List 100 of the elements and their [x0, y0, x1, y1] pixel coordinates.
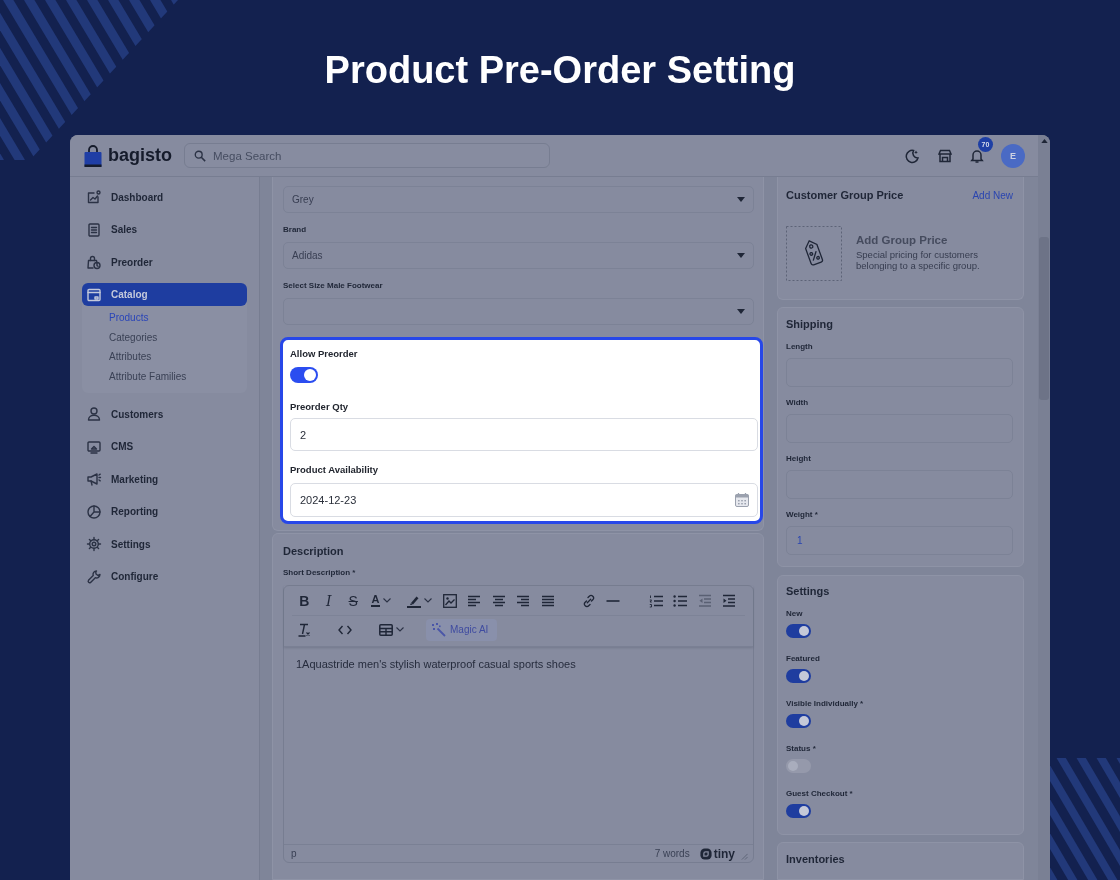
field-label: Weight * [786, 510, 819, 520]
numbered-list-icon[interactable] [648, 593, 663, 608]
empty-state-title: Add Group Price [856, 233, 949, 247]
field-label: Brand [283, 225, 308, 235]
justify-icon[interactable] [540, 593, 555, 608]
word-count: 7 words [654, 848, 690, 859]
caret-icon [737, 197, 745, 202]
sidebar-item[interactable]: Configure [82, 565, 247, 588]
avatar[interactable]: E [1001, 143, 1025, 168]
select-field[interactable]: Grey [283, 186, 754, 213]
toggle-switch[interactable] [786, 714, 811, 728]
sidebar-item[interactable]: Preorder [82, 250, 247, 274]
section-title: Inventories [786, 852, 846, 866]
toggle-switch[interactable] [786, 669, 811, 683]
bullet-list-icon[interactable] [673, 593, 688, 608]
powered-by-link[interactable]: tiny [699, 846, 735, 861]
gear-icon [86, 536, 102, 552]
search-icon [194, 149, 206, 162]
chevron-icon [396, 627, 404, 632]
empty-state-text: Special pricing for customers belonging to a specific group. [856, 249, 981, 271]
person-icon [86, 406, 102, 422]
monitor-icon [86, 438, 102, 455]
field-label: Width [786, 398, 810, 408]
megaphone-icon [86, 471, 102, 487]
sidebar-item[interactable]: Sales [82, 218, 247, 241]
sidebar-item[interactable]: CMS [82, 435, 247, 458]
caret-icon [737, 253, 745, 258]
sidebar-item[interactable]: Catalog [82, 283, 247, 306]
sidebar-item[interactable]: Dashboard [82, 185, 247, 209]
text-input[interactable]: 1 [786, 526, 1013, 555]
field-label: Guest Checkout * [786, 789, 854, 799]
field-label: New [786, 609, 804, 619]
store-icon[interactable] [937, 147, 953, 164]
toggle-switch[interactable] [786, 759, 811, 773]
toggle-switch[interactable] [290, 367, 318, 383]
field-label: Featured [786, 654, 821, 664]
clear-formatting-icon[interactable] [297, 622, 312, 637]
caret-icon [737, 309, 745, 314]
submenu-item[interactable]: Products [82, 308, 247, 328]
sidebar-item[interactable]: Customers [82, 402, 247, 426]
pie-chart-icon [86, 503, 102, 520]
field-label: Short Description * [283, 568, 357, 578]
sidebar-item[interactable]: Settings [82, 532, 247, 556]
document-icon [86, 221, 102, 238]
layout-icon [86, 286, 102, 303]
chevron-icon [383, 598, 392, 603]
section-title: Shipping [786, 317, 835, 331]
align-right-icon[interactable] [516, 593, 531, 608]
field-label: Height [786, 454, 812, 464]
editor-content[interactable]: 1Aquastride men's stylish waterproof casual sports shoes [284, 647, 753, 844]
bell-icon[interactable] [969, 147, 985, 164]
field-label: Select Size Male Footwear [283, 281, 384, 291]
image-icon[interactable] [442, 593, 457, 608]
date-field[interactable]: 2024-12-23 [290, 483, 758, 517]
add-new-link[interactable]: Add New [972, 189, 1013, 201]
toggle-switch[interactable] [786, 804, 811, 818]
scrollbar-thumb[interactable] [1039, 237, 1049, 400]
strikethrough-button[interactable]: S [341, 588, 366, 613]
submenu-item[interactable]: Categories [82, 327, 247, 347]
price-tag-icon [786, 226, 842, 281]
section-title: Description [283, 544, 345, 558]
submenu-item[interactable]: Attributes [82, 347, 247, 367]
field-label: Status * [786, 744, 817, 754]
select-field[interactable] [283, 298, 754, 325]
field-label: Preorder Qty [290, 401, 350, 413]
sidebar-item[interactable]: Reporting [82, 500, 247, 523]
search-field[interactable]: Mega Search [184, 143, 550, 168]
field-label: Length [786, 342, 814, 352]
chevron-icon [423, 598, 432, 603]
calendar-icon[interactable] [735, 493, 749, 507]
chart-icon [86, 189, 102, 205]
select-field[interactable]: Adidas [283, 242, 754, 269]
bold-button[interactable]: B [292, 588, 317, 613]
wrench-icon [86, 568, 102, 585]
logo-icon [699, 847, 712, 860]
number-input[interactable]: 2 [290, 418, 758, 451]
table-icon [379, 622, 393, 637]
submenu-item[interactable]: Attribute Families [82, 366, 247, 386]
field-label: Visible Individually * [786, 699, 865, 709]
logo-text: bagisto [108, 145, 172, 166]
moon-icon[interactable] [904, 147, 920, 164]
align-left-icon[interactable] [467, 593, 482, 608]
sidebar-item[interactable]: Marketing [82, 467, 247, 491]
magic-wand-icon [432, 622, 446, 637]
align-center-icon[interactable] [491, 593, 506, 608]
scroll-up-arrow-icon[interactable] [1040, 139, 1048, 143]
element-path: p [291, 848, 297, 859]
bag-icon [84, 144, 102, 167]
italic-button[interactable]: I [316, 588, 341, 613]
field-label: Product Availability [290, 464, 379, 476]
section-title: Customer Group Price [786, 188, 904, 202]
magic-ai-button[interactable]: Magic AI [426, 618, 497, 641]
text-color-button[interactable]: A [365, 588, 402, 613]
indent-icon[interactable] [722, 593, 737, 608]
bag-clock-icon [86, 254, 102, 270]
field-label: Allow Preorder [290, 348, 359, 360]
toggle-switch[interactable] [786, 624, 811, 638]
section-title: Settings [786, 584, 831, 598]
link-icon[interactable] [581, 593, 596, 608]
page-title: Product Pre-Order Setting [324, 48, 796, 92]
